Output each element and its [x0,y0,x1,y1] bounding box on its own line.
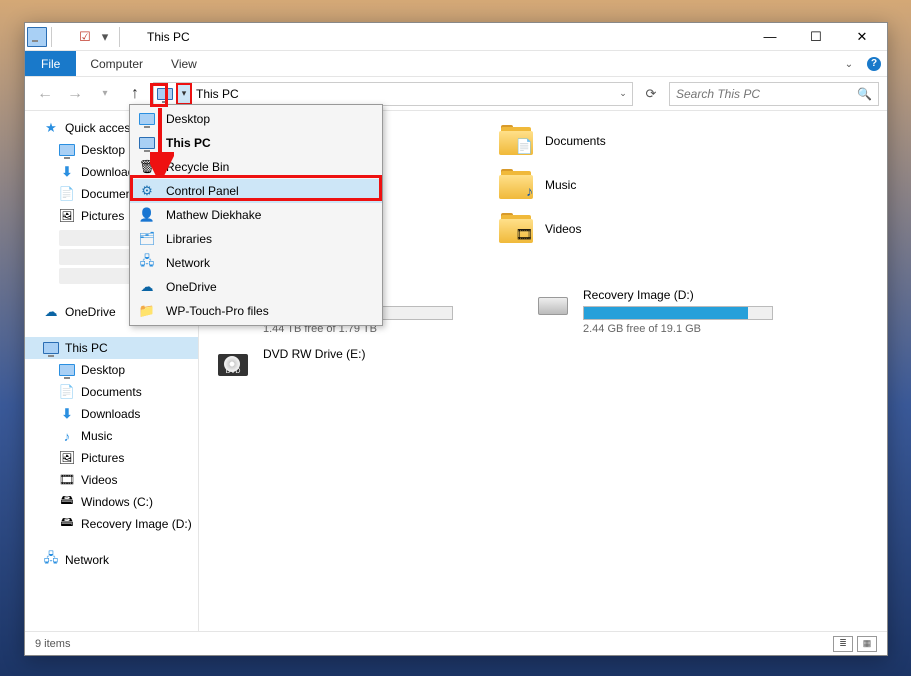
folders-grid: 📄 Documents ♪ Music 🎞 Videos [495,121,871,249]
user-icon: 👤 [138,207,156,223]
pictures-icon: 🖼 [59,450,75,466]
dvd-icon: DVD [215,347,251,383]
address-dropdown-button[interactable]: ▾ [176,83,192,105]
help-button[interactable]: ? [861,51,887,76]
folder-icon: 📁 [138,303,156,319]
dropdown-network[interactable]: 🖧Network [130,251,382,275]
refresh-button[interactable]: ⟳ [639,82,663,106]
pc-icon [138,137,156,149]
close-button[interactable]: ✕ [839,23,885,51]
sidebar-sub-pictures[interactable]: 🖼Pictures [25,447,198,469]
capacity-bar [583,306,773,320]
onedrive-icon: ☁ [138,279,156,295]
star-icon: ★ [43,120,59,136]
status-bar: 9 items ≣ ▦ [25,631,887,655]
ribbon-computer-tab[interactable]: Computer [76,51,157,76]
details-view-button[interactable]: ≣ [833,636,853,652]
dropdown-desktop[interactable]: Desktop [130,107,382,131]
ribbon-tabs: File Computer View ⌄ ? [25,51,887,77]
sidebar-sub-windows-c[interactable]: 🖴Windows (C:) [25,491,198,513]
pictures-icon: 🖼 [59,208,75,224]
folder-videos[interactable]: 🎞 Videos [495,209,715,249]
documents-icon: 📄 [59,186,75,202]
up-button[interactable]: ↑ [123,82,147,106]
back-button[interactable]: ← [33,82,57,106]
dropdown-recycle-bin[interactable]: 🗑Recycle Bin [130,155,382,179]
tiles-view-button[interactable]: ▦ [857,636,877,652]
separator [51,27,71,47]
dropdown-control-panel[interactable]: ⚙Control Panel [130,179,382,203]
sidebar-sub-recovery-d[interactable]: 🖴Recovery Image (D:) [25,513,198,535]
desktop-icon [59,142,75,158]
folder-icon: 🎞 [499,213,535,245]
search-input[interactable] [676,87,857,101]
address-bar[interactable]: ▾ This PC ⌄ [153,82,633,106]
qat-newfolder-icon[interactable]: ▾ [95,27,115,47]
sidebar-this-pc[interactable]: This PC [25,337,198,359]
dropdown-libraries[interactable]: 🗂Libraries [130,227,382,251]
recycle-bin-icon: 🗑 [138,159,156,175]
sidebar-sub-music[interactable]: ♪Music [25,425,198,447]
folder-icon: 📄 [499,125,535,157]
downloads-icon: ⬇ [59,164,75,180]
network-icon: 🖧 [138,252,156,274]
folder-music[interactable]: ♪ Music [495,165,715,205]
maximize-button[interactable]: ☐ [793,23,839,51]
drive-recovery-d[interactable]: Recovery Image (D:) 2.44 GB free of 19.1… [535,288,815,335]
documents-icon: 📄 [59,384,75,400]
separator [119,27,139,47]
onedrive-icon: ☁ [43,304,59,320]
desktop-icon [59,362,75,378]
dropdown-this-pc[interactable]: This PC [130,131,382,155]
drive-icon [535,288,571,324]
pc-icon [43,340,59,356]
title-bar: ☑ ▾ This PC — ☐ ✕ [25,23,887,51]
sidebar-sub-desktop[interactable]: Desktop [25,359,198,381]
window-title: This PC [147,30,190,44]
address-text[interactable]: This PC [192,87,239,101]
ribbon-file-tab[interactable]: File [25,51,76,76]
drive-icon: 🖴 [59,494,75,510]
search-icon[interactable]: 🔍 [857,87,872,101]
search-box[interactable]: 🔍 [669,82,879,106]
app-icon [27,27,47,47]
downloads-icon: ⬇ [59,406,75,422]
sidebar-network[interactable]: 🖧Network [25,549,198,571]
dropdown-wp-touch[interactable]: 📁WP-Touch-Pro files [130,299,382,323]
sidebar-sub-documents[interactable]: 📄Documents [25,381,198,403]
folder-documents[interactable]: 📄 Documents [495,121,715,161]
qat-properties-icon[interactable]: ☑ [75,27,95,47]
dropdown-user[interactable]: 👤Mathew Diekhake [130,203,382,227]
desktop-icon [138,113,156,125]
videos-icon: 🎞 [59,472,75,488]
forward-button[interactable]: → [63,82,87,106]
network-icon: 🖧 [43,552,59,568]
drive-icon: 🖴 [59,516,75,532]
dropdown-onedrive[interactable]: ☁OneDrive [130,275,382,299]
address-icon [156,85,174,103]
drive-dvd-e[interactable]: DVD DVD RW Drive (E:) [215,347,495,383]
music-icon: ♪ [59,428,75,444]
address-history-button[interactable]: ⌄ [614,88,632,99]
ribbon-expand-button[interactable]: ⌄ [839,51,859,77]
item-count: 9 items [35,638,70,650]
control-panel-icon: ⚙ [138,183,156,199]
address-dropdown-menu: Desktop This PC 🗑Recycle Bin ⚙Control Pa… [129,104,383,326]
libraries-icon: 🗂 [138,231,156,247]
sidebar-sub-downloads[interactable]: ⬇Downloads [25,403,198,425]
minimize-button[interactable]: — [747,23,793,51]
sidebar-sub-videos[interactable]: 🎞Videos [25,469,198,491]
ribbon-view-tab[interactable]: View [157,51,211,76]
folder-icon: ♪ [499,169,535,201]
recent-locations-button[interactable]: ▾ [93,82,117,106]
